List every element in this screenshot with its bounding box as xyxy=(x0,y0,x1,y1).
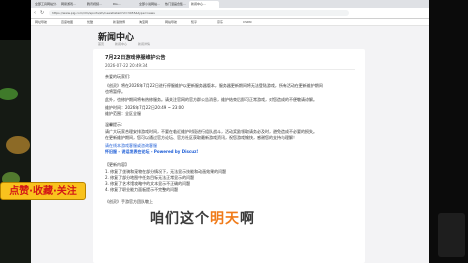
changes-title: 【更新内容】 xyxy=(105,162,129,167)
powered-by-text[interactable]: 怀旧服 - 说话发表在论坛 - Powered by Discuz! xyxy=(105,149,198,154)
greeting: 亲爱的玩家们: xyxy=(105,74,131,79)
bookmark-item[interactable]: 京东 xyxy=(217,19,223,25)
browser-tab-active[interactable]: 新闻中心... xyxy=(189,1,219,8)
address-bar-row: ‹ ↻ https://www.pig.com/dm/sports/zh/new… xyxy=(31,8,429,19)
subtitle-highlight: 明天 xyxy=(210,211,240,227)
left-video-background xyxy=(0,40,31,263)
bookmark-item[interactable]: 知乎 xyxy=(191,19,197,25)
leaf-decoration xyxy=(0,88,18,100)
bookmark-item[interactable]: 网站导航 xyxy=(165,19,177,25)
bookmarks-bar: 网址导航 百度地图 优酷 新浪微博 淘宝网 网站导航 知乎 京东 CSDN xyxy=(31,19,429,26)
browser-tab[interactable]: Dis... xyxy=(111,1,135,8)
paragraph: 维护范围：全区全服 xyxy=(105,111,141,116)
bookmark-item[interactable]: 百度地图 xyxy=(61,19,73,25)
note: 在更新维护期间，您可以通过官方论坛、官方社区获取最新游戏资讯，祝您游戏愉快，感谢… xyxy=(105,135,297,140)
browser-tab[interactable]: 全部小说网站... xyxy=(137,1,161,8)
section-title: 温馨提示: xyxy=(105,122,123,127)
article-date: 2026-07-22 20:49:34 xyxy=(105,63,148,68)
stream-widget xyxy=(438,213,465,257)
browser-tab[interactable]: 网易游戏... xyxy=(59,1,83,8)
bookmark-item[interactable]: CSDN xyxy=(243,19,252,25)
paragraph: 也将暂停。 xyxy=(105,89,125,94)
note: 请广大玩家合理安排游戏时间，不要在临近维护时段进行组队战斗，活动奖励领取请务必及… xyxy=(105,129,317,134)
video-frame: 全部工具网站分... 网易游戏... 腾讯视频... Dis... 全部小说网站… xyxy=(0,0,468,263)
bookmark-item[interactable]: 优酷 xyxy=(87,19,93,25)
browser-tab[interactable]: 全部工具网站分... xyxy=(33,1,57,8)
divider xyxy=(105,69,355,70)
url-input[interactable]: https://www.pig.com/dm/sports/zh/newsDet… xyxy=(49,10,349,16)
back-icon[interactable]: ‹ xyxy=(34,10,39,16)
breadcrumb-item[interactable]: 新闻中心 xyxy=(115,42,127,46)
support-link[interactable]: 请在线本游戏客服或咨询客服 xyxy=(105,143,157,148)
subtitle-text: 啊 xyxy=(240,211,255,227)
article-card: 7月22日游戏停服维护公告 2026-07-22 20:49:34 亲爱的玩家们… xyxy=(93,49,365,263)
bookmark-item[interactable]: 网址导航 xyxy=(35,19,47,25)
article-title: 7月22日游戏停服维护公告 xyxy=(105,55,166,61)
change-item: 1. 修复了坐骑和宠物在部分情况下，无法显示技能和动画效果的问题 xyxy=(105,169,227,174)
signoff: 《创灵》手游官方团队敬上 xyxy=(105,199,153,204)
paragraph: 此外，也修护期间将有热修服务。请关注官网的官方群公告消息，维护结束后即可正常游戏… xyxy=(105,97,317,102)
bookmark-item[interactable]: 新浪微博 xyxy=(113,19,125,25)
tab-bar: 全部工具网站分... 网易游戏... 腾讯视频... Dis... 全部小说网站… xyxy=(31,0,429,8)
video-subtitle: 咱们这个明天啊 xyxy=(150,208,255,228)
bookmark-item[interactable]: 淘宝网 xyxy=(139,19,148,25)
browser-tab[interactable]: 热门漫画合集... xyxy=(163,1,187,8)
browser-tab[interactable]: 腾讯视频... xyxy=(85,1,109,8)
breadcrumb: 首页 新闻中心 新闻详情 xyxy=(98,42,160,46)
paragraph: 维护时间：2026年7月22日20:49 ~ 23:00 xyxy=(105,105,184,110)
change-item: 4. 修复了职业能力面板提示不完整的问题 xyxy=(105,187,179,192)
reload-icon[interactable]: ↻ xyxy=(40,10,45,16)
breadcrumb-item: 新闻详情 xyxy=(137,42,150,46)
change-item: 2. 修复了部分地图中任务目标无法正常显示的问题 xyxy=(105,175,195,180)
promo-banner: 点赞·收藏·关注 xyxy=(0,182,86,200)
subtitle-text: 咱们这个 xyxy=(150,211,210,227)
leaf-decoration xyxy=(6,136,30,154)
paragraph: 《创灵》将在2026年7月22日进行停服维护以更新服务器版本，服务器更新期间将无… xyxy=(105,83,323,88)
breadcrumb-item[interactable]: 首页 xyxy=(98,42,104,46)
change-item: 3. 修复了艺术馆攻略中的文本显示不正确的问题 xyxy=(105,181,191,186)
